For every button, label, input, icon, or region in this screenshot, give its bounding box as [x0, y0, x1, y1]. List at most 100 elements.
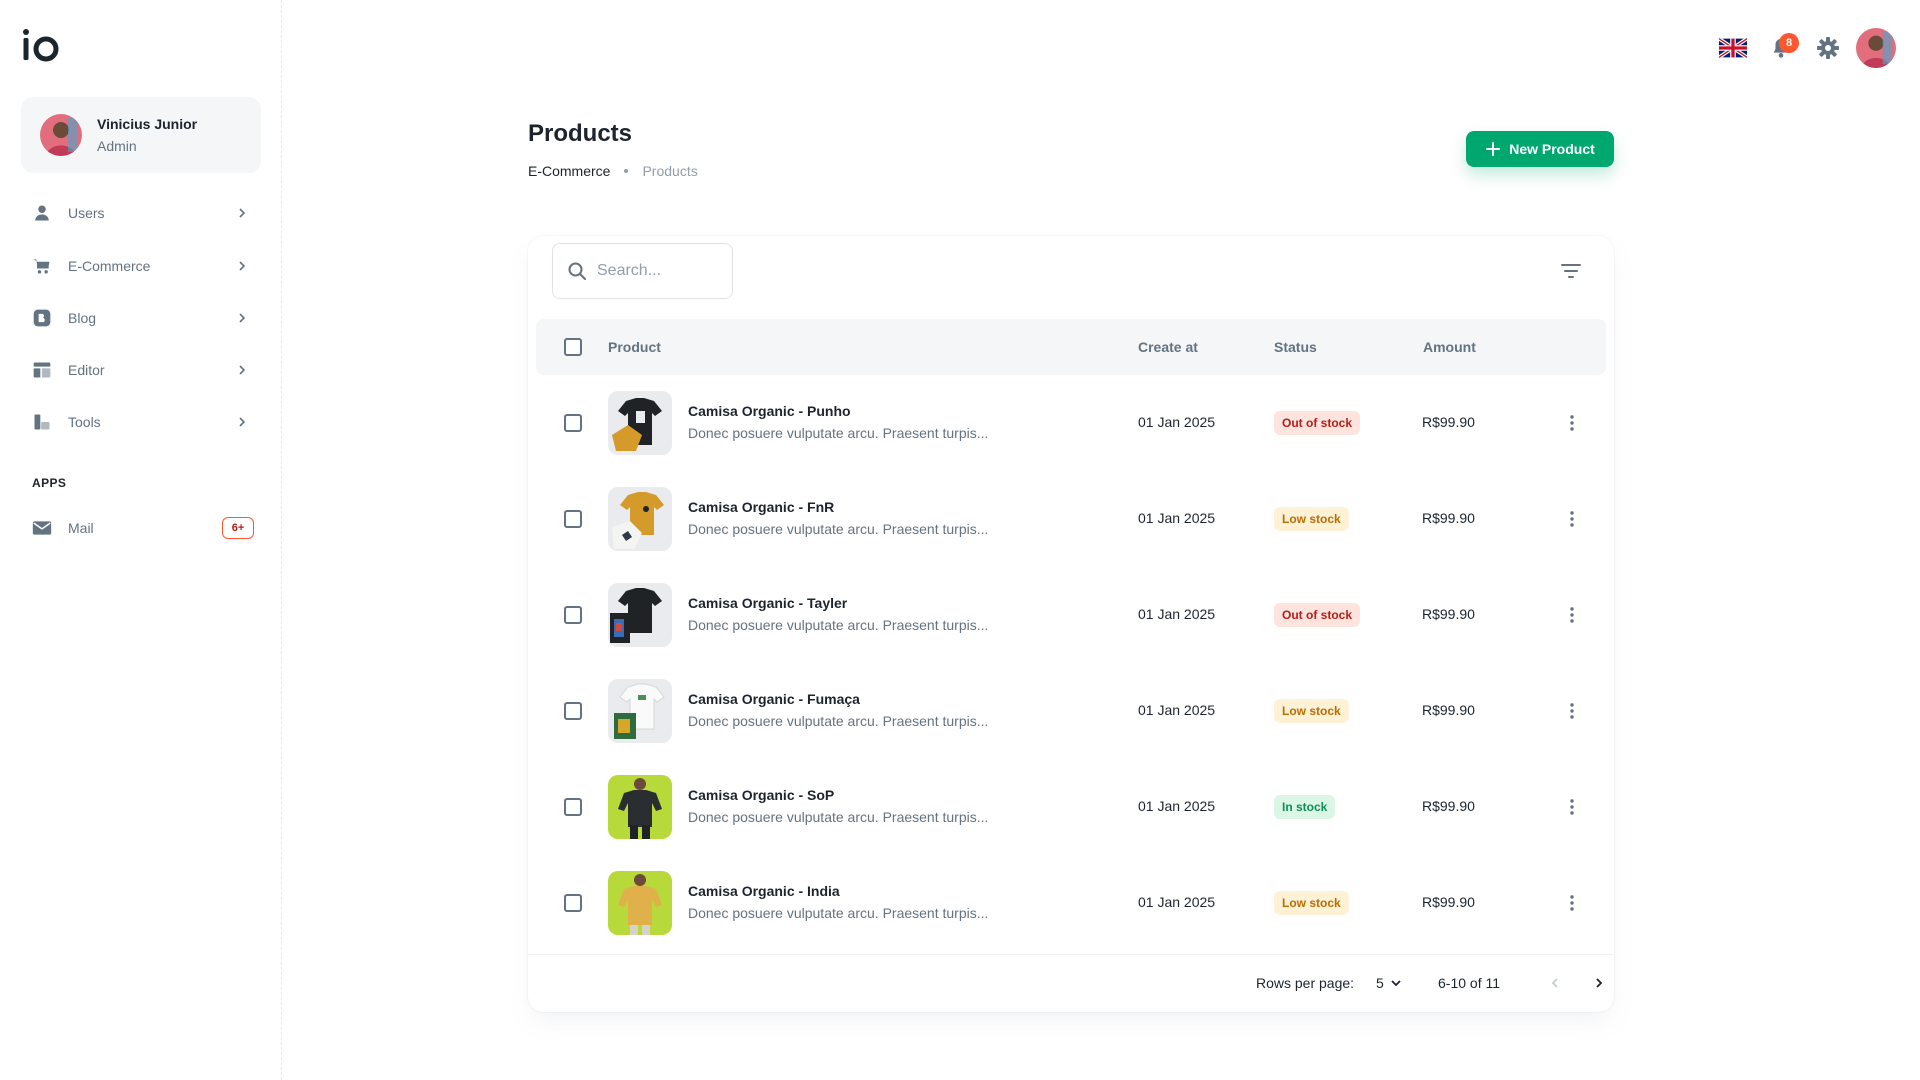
- mail-icon: [31, 517, 53, 539]
- column-header-product[interactable]: Product: [608, 319, 661, 375]
- more-vertical-icon[interactable]: [1558, 409, 1586, 437]
- breadcrumb-link-ecommerce[interactable]: E-Commerce: [528, 163, 610, 179]
- product-name[interactable]: Camisa Organic - Punho: [688, 403, 851, 419]
- table-row[interactable]: Camisa Organic - Tayler Donec posuere vu…: [536, 567, 1606, 663]
- gear-icon: [1817, 37, 1839, 59]
- more-vertical-icon[interactable]: [1558, 697, 1586, 725]
- sidebar-item-editor[interactable]: Editor: [22, 348, 262, 392]
- product-thumbnail: [608, 487, 672, 551]
- previous-page-button[interactable]: [1541, 969, 1569, 997]
- settings-button[interactable]: [1810, 30, 1846, 66]
- filter-icon: [1561, 264, 1581, 278]
- more-vertical-icon[interactable]: [1558, 505, 1586, 533]
- mail-count-badge: 6+: [222, 517, 254, 539]
- row-checkbox[interactable]: [564, 510, 582, 528]
- search-input[interactable]: Search...: [552, 243, 733, 299]
- chevron-right-icon: [1596, 978, 1603, 988]
- chevron-left-icon: [1551, 978, 1558, 988]
- row-checkbox[interactable]: [564, 894, 582, 912]
- table-row[interactable]: Camisa Organic - Fumaça Donec posuere vu…: [536, 663, 1606, 759]
- product-created-date: 01 Jan 2025: [1138, 702, 1216, 718]
- chevron-down-icon: [1391, 980, 1401, 987]
- sidebar: Vinicius Junior Admin Users E-Commerce B…: [0, 0, 282, 1080]
- chevron-right-icon: [234, 205, 250, 221]
- product-name[interactable]: Camisa Organic - India: [688, 883, 840, 899]
- product-thumbnail: [608, 391, 672, 455]
- sidebar-item-label: Tools: [68, 414, 101, 430]
- sidebar-item-label: Editor: [68, 362, 105, 378]
- more-vertical-icon[interactable]: [1558, 601, 1586, 629]
- status-badge: Low stock: [1274, 891, 1349, 915]
- next-page-button[interactable]: [1585, 969, 1613, 997]
- product-description: Donec posuere vulputate arcu. Praesent t…: [688, 425, 989, 441]
- chevron-right-icon: [234, 362, 250, 378]
- product-amount: R$99.90: [1422, 510, 1475, 526]
- sidebar-item-tools[interactable]: Tools: [22, 400, 262, 444]
- sidebar-item-mail[interactable]: Mail 6+: [22, 506, 262, 550]
- product-thumbnail: [608, 775, 672, 839]
- search-icon: [568, 262, 586, 280]
- new-product-button[interactable]: New Product: [1466, 131, 1614, 167]
- rows-per-page-select[interactable]: 5: [1376, 971, 1402, 995]
- rows-per-page-label: Rows per page:: [1256, 975, 1355, 991]
- column-header-amount[interactable]: Amount: [1423, 319, 1476, 375]
- pagination-range: 6-10 of 11: [1438, 975, 1501, 991]
- column-header-create-at[interactable]: Create at: [1138, 319, 1198, 375]
- select-all-checkbox[interactable]: [564, 338, 582, 356]
- status-badge: Out of stock: [1274, 411, 1361, 435]
- breadcrumb-separator: [624, 169, 629, 173]
- product-thumbnail: [608, 679, 672, 743]
- sidebar-item-blog[interactable]: Blog: [22, 296, 262, 340]
- header-avatar[interactable]: [1856, 28, 1896, 68]
- product-created-date: 01 Jan 2025: [1138, 510, 1216, 526]
- status-badge: Low stock: [1274, 507, 1349, 531]
- chevron-right-icon: [234, 414, 250, 430]
- table-header: Product Create at Status Amount: [536, 319, 1606, 375]
- logo[interactable]: [22, 26, 62, 62]
- product-name[interactable]: Camisa Organic - Tayler: [688, 595, 847, 611]
- product-amount: R$99.90: [1422, 606, 1475, 622]
- column-header-status[interactable]: Status: [1274, 319, 1317, 375]
- more-vertical-icon[interactable]: [1558, 889, 1586, 917]
- product-name[interactable]: Camisa Organic - SoP: [688, 787, 834, 803]
- product-created-date: 01 Jan 2025: [1138, 894, 1216, 910]
- chevron-right-icon: [234, 310, 250, 326]
- sidebar-item-label: Mail: [68, 520, 94, 536]
- row-checkbox[interactable]: [564, 702, 582, 720]
- row-checkbox[interactable]: [564, 606, 582, 624]
- table-row[interactable]: Camisa Organic - Punho Donec posuere vul…: [536, 375, 1606, 471]
- chevron-right-icon: [234, 258, 250, 274]
- row-checkbox[interactable]: [564, 414, 582, 432]
- product-amount: R$99.90: [1422, 798, 1475, 814]
- account-role: Admin: [97, 138, 137, 154]
- notifications-button[interactable]: 8: [1763, 30, 1799, 66]
- table-row[interactable]: Camisa Organic - SoP Donec posuere vulpu…: [536, 759, 1606, 855]
- tools-icon: [31, 411, 53, 433]
- sidebar-item-label: E-Commerce: [68, 258, 151, 274]
- sidebar-item-ecommerce[interactable]: E-Commerce: [22, 244, 262, 288]
- status-badge: Out of stock: [1274, 603, 1361, 627]
- products-card: Search... Product Create at Status Amoun…: [528, 236, 1614, 1012]
- product-description: Donec posuere vulputate arcu. Praesent t…: [688, 521, 989, 537]
- language-button[interactable]: [1715, 30, 1751, 66]
- uk-flag-icon: [1719, 38, 1747, 58]
- editor-icon: [31, 359, 53, 381]
- status-badge: In stock: [1274, 795, 1336, 819]
- product-amount: R$99.90: [1422, 894, 1475, 910]
- sidebar-item-users[interactable]: Users: [22, 191, 262, 235]
- row-checkbox[interactable]: [564, 798, 582, 816]
- product-name[interactable]: Camisa Organic - Fumaça: [688, 691, 860, 707]
- account-card[interactable]: Vinicius Junior Admin: [21, 97, 261, 173]
- sidebar-item-label: Users: [68, 205, 105, 221]
- breadcrumb-current: Products: [642, 163, 698, 179]
- account-name: Vinicius Junior: [97, 116, 198, 132]
- product-description: Donec posuere vulputate arcu. Praesent t…: [688, 713, 989, 729]
- table-row[interactable]: Camisa Organic - India Donec posuere vul…: [536, 855, 1606, 951]
- more-vertical-icon[interactable]: [1558, 793, 1586, 821]
- user-icon: [31, 202, 53, 224]
- filter-button[interactable]: [1558, 258, 1584, 284]
- table-row[interactable]: Camisa Organic - FnR Donec posuere vulpu…: [536, 471, 1606, 567]
- product-name[interactable]: Camisa Organic - FnR: [688, 499, 834, 515]
- product-created-date: 01 Jan 2025: [1138, 606, 1216, 622]
- table-pagination: Rows per page: 5 6-10 of 11: [528, 954, 1614, 1012]
